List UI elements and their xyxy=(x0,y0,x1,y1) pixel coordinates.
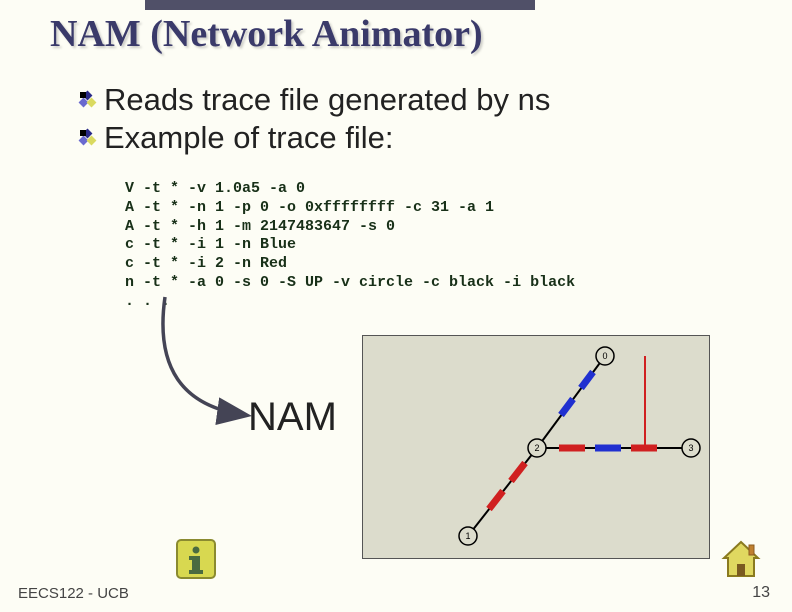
bullet-text: Reads trace file generated by ns xyxy=(104,82,550,118)
home-icon[interactable] xyxy=(720,538,762,580)
info-icon[interactable] xyxy=(175,538,217,580)
title-accent-bar xyxy=(145,0,535,10)
slide-title: NAM (Network Animator) xyxy=(50,12,483,56)
nam-topology-diagram: 0 1 2 3 xyxy=(362,335,710,559)
slide-number: 13 xyxy=(752,584,770,602)
bullet-text: Example of trace file: xyxy=(104,120,393,156)
svg-text:3: 3 xyxy=(688,443,693,453)
bullet-item: Example of trace file: xyxy=(80,120,550,156)
bullet-list: Reads trace file generated by ns Example… xyxy=(80,82,550,158)
diamond-bullet-icon xyxy=(80,130,96,146)
bullet-item: Reads trace file generated by ns xyxy=(80,82,550,118)
svg-text:2: 2 xyxy=(534,443,539,453)
diamond-bullet-icon xyxy=(80,92,96,108)
nam-label: NAM xyxy=(248,395,337,440)
svg-text:1: 1 xyxy=(465,531,470,541)
svg-text:0: 0 xyxy=(602,351,607,361)
footer-course: EECS122 - UCB xyxy=(18,585,129,602)
